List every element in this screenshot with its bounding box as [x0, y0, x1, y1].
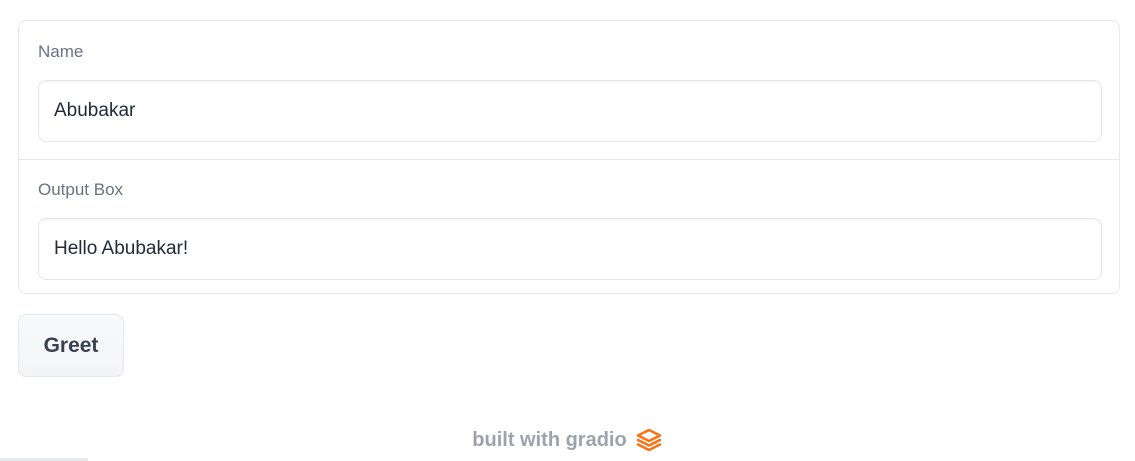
gradio-app: Name Output Box Hello Abubakar! Greet bu… [0, 0, 1135, 461]
output-textbox[interactable]: Hello Abubakar! [38, 218, 1102, 280]
name-label: Name [38, 42, 84, 61]
output-label: Output Box [38, 180, 124, 199]
output-field-block: Output Box Hello Abubakar! [19, 159, 1119, 293]
form-panel: Name Output Box Hello Abubakar! [18, 20, 1120, 294]
greet-button[interactable]: Greet [18, 314, 124, 377]
footer-text: built with gradio [472, 428, 627, 451]
name-field-block: Name [19, 21, 1119, 159]
name-input[interactable] [38, 80, 1102, 142]
footer: built with gradio [0, 425, 1135, 455]
built-with-gradio-link[interactable]: built with gradio [472, 427, 662, 453]
gradio-logo-icon [635, 427, 663, 453]
